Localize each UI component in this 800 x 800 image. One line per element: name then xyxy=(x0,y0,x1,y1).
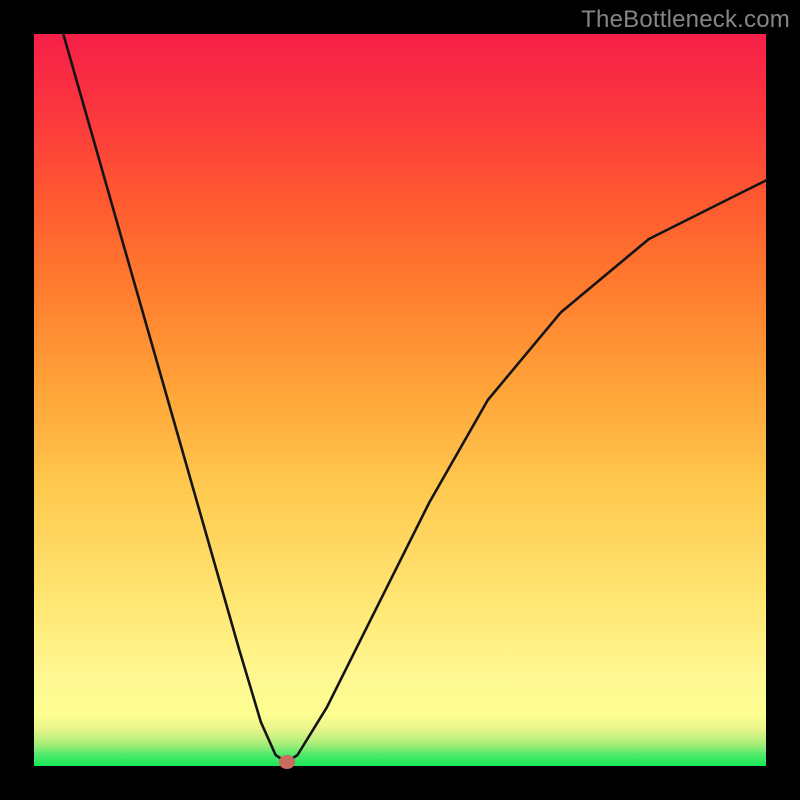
bottleneck-curve xyxy=(34,34,766,766)
plot-area xyxy=(34,34,766,766)
chart-frame: TheBottleneck.com xyxy=(0,0,800,800)
optimal-point-marker xyxy=(279,755,295,769)
watermark-label: TheBottleneck.com xyxy=(581,6,790,34)
